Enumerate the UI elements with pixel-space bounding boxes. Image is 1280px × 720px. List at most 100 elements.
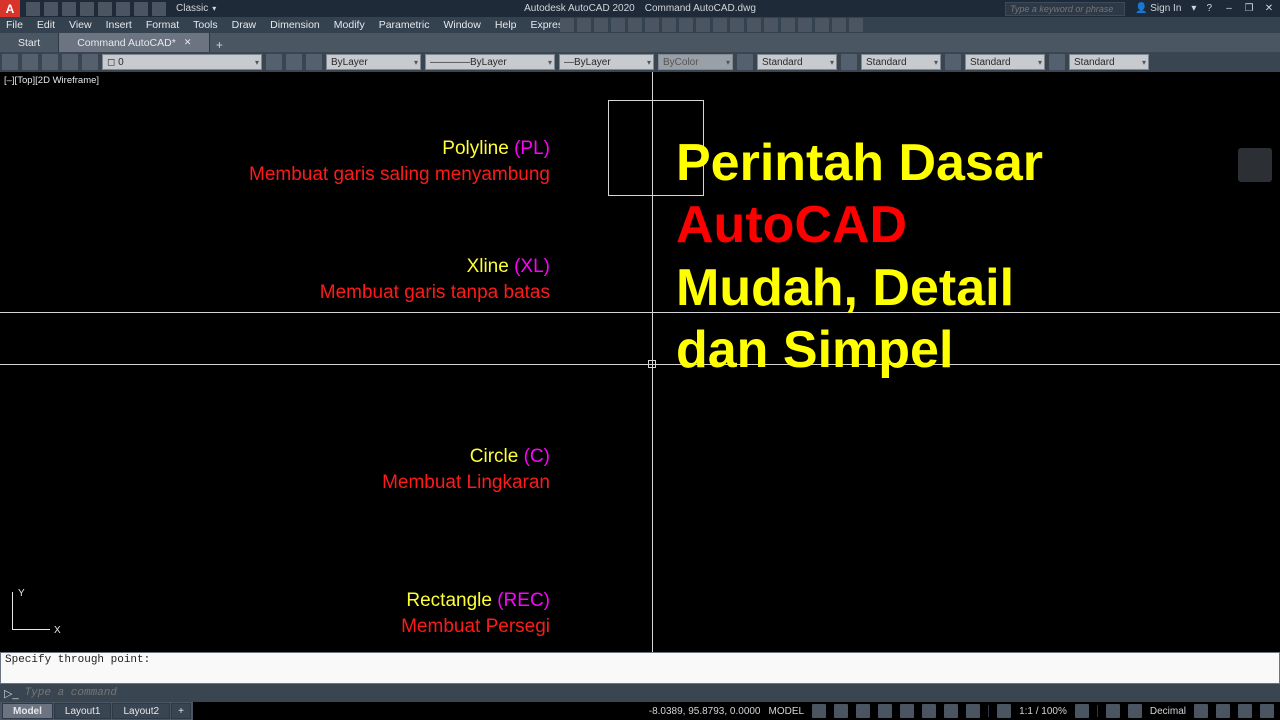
minimize-icon[interactable]: – xyxy=(1222,2,1236,16)
menu-format[interactable]: Format xyxy=(146,19,179,31)
sign-in-button[interactable]: 👤 Sign In xyxy=(1135,3,1181,14)
menu-edit[interactable]: Edit xyxy=(37,19,55,31)
linetype-dropdown[interactable]: ———— ByLayer xyxy=(425,54,555,70)
menu-draw[interactable]: Draw xyxy=(232,19,257,31)
layer-mgr-icon[interactable] xyxy=(2,54,18,70)
hardware-icon[interactable] xyxy=(1216,704,1230,718)
saveas-icon[interactable] xyxy=(80,2,94,16)
open-icon[interactable] xyxy=(44,2,58,16)
dimstyle-dropdown[interactable]: Standard xyxy=(861,54,941,70)
toolbar-icon[interactable] xyxy=(815,18,829,32)
tab-model[interactable]: Model xyxy=(2,703,53,719)
layer-state-icon[interactable] xyxy=(22,54,38,70)
ortho-icon[interactable] xyxy=(856,704,870,718)
layer-icon[interactable] xyxy=(62,54,78,70)
anno-monitor-icon[interactable] xyxy=(1128,704,1142,718)
viewport-label[interactable]: [–][Top][2D Wireframe] xyxy=(4,75,99,86)
menu-help[interactable]: Help xyxy=(495,19,517,31)
menu-view[interactable]: View xyxy=(69,19,92,31)
color-dropdown[interactable]: ByLayer xyxy=(326,54,421,70)
dim-icon[interactable] xyxy=(841,54,857,70)
lineweight-dropdown[interactable]: — ByLayer xyxy=(559,54,654,70)
toolbar-icon[interactable] xyxy=(679,18,693,32)
tablestyle-dropdown[interactable]: Standard xyxy=(965,54,1045,70)
layer-match-icon[interactable] xyxy=(286,54,302,70)
toolbar-icon[interactable] xyxy=(628,18,642,32)
menu-file[interactable]: File xyxy=(6,19,23,31)
grid-icon[interactable] xyxy=(812,704,826,718)
textstyle-dropdown[interactable]: Standard xyxy=(757,54,837,70)
lwt-icon[interactable] xyxy=(944,704,958,718)
toolbar-icon[interactable] xyxy=(662,18,676,32)
save-icon[interactable] xyxy=(62,2,76,16)
new-tab-button[interactable]: + xyxy=(210,38,228,52)
cleanscreen-icon[interactable] xyxy=(1238,704,1252,718)
status-units[interactable]: Decimal xyxy=(1150,706,1186,717)
mlstyle-dropdown[interactable]: Standard xyxy=(1069,54,1149,70)
color-icon[interactable] xyxy=(306,54,322,70)
gear-icon[interactable] xyxy=(1075,704,1089,718)
toolbar-icon[interactable] xyxy=(747,18,761,32)
status-space[interactable]: MODEL xyxy=(769,706,805,717)
tab-layout2[interactable]: Layout2 xyxy=(112,703,170,719)
close-icon[interactable]: ✕ xyxy=(1262,2,1276,16)
workspace-icon[interactable] xyxy=(152,2,166,16)
menu-dimension[interactable]: Dimension xyxy=(270,19,320,31)
mleader-icon[interactable] xyxy=(1049,54,1065,70)
menu-window[interactable]: Window xyxy=(443,19,480,31)
toolbar-icon[interactable] xyxy=(713,18,727,32)
status-coords[interactable]: -8.0389, 95.8793, 0.0000 xyxy=(649,706,761,717)
restore-icon[interactable]: ❐ xyxy=(1242,2,1256,16)
osnap-icon[interactable] xyxy=(900,704,914,718)
layer-dropdown[interactable]: ◻ 0 xyxy=(102,54,262,70)
customize-icon[interactable] xyxy=(1260,704,1274,718)
toolbar-icon[interactable] xyxy=(645,18,659,32)
toolbar-icon[interactable] xyxy=(798,18,812,32)
toolbar-icon[interactable] xyxy=(611,18,625,32)
status-scale[interactable]: 1:1 / 100% xyxy=(1019,706,1067,717)
redo-icon[interactable] xyxy=(134,2,148,16)
toolbar-icon[interactable] xyxy=(730,18,744,32)
isolate-icon[interactable] xyxy=(1194,704,1208,718)
plot-color-dropdown[interactable]: ByColor xyxy=(658,54,733,70)
add-layout-button[interactable]: + xyxy=(171,703,191,719)
app-logo[interactable]: A xyxy=(0,0,20,17)
text-icon[interactable] xyxy=(737,54,753,70)
menu-insert[interactable]: Insert xyxy=(106,19,132,31)
workspace-switch-icon[interactable] xyxy=(1106,704,1120,718)
otrack-icon[interactable] xyxy=(922,704,936,718)
search-input[interactable] xyxy=(1005,2,1125,16)
anno-scale-icon[interactable] xyxy=(997,704,1011,718)
toolbar-icon[interactable] xyxy=(577,18,591,32)
toolbar-icon[interactable] xyxy=(560,18,574,32)
command-input[interactable] xyxy=(25,687,1276,699)
toolbar-icon[interactable] xyxy=(832,18,846,32)
tab-active-file[interactable]: Command AutoCAD*✕ xyxy=(59,33,210,52)
transparency-icon[interactable] xyxy=(966,704,980,718)
snap-icon[interactable] xyxy=(834,704,848,718)
plot-icon[interactable] xyxy=(98,2,112,16)
layer-prev-icon[interactable] xyxy=(266,54,282,70)
menu-modify[interactable]: Modify xyxy=(334,19,365,31)
toolbar-icon[interactable] xyxy=(849,18,863,32)
menu-tools[interactable]: Tools xyxy=(193,19,218,31)
new-icon[interactable] xyxy=(26,2,40,16)
tab-start[interactable]: Start xyxy=(0,33,59,52)
viewcube[interactable] xyxy=(1238,148,1272,182)
polar-icon[interactable] xyxy=(878,704,892,718)
tab-layout1[interactable]: Layout1 xyxy=(54,703,112,719)
drawing-canvas[interactable]: Polyline (PL) Membuat garis saling menya… xyxy=(0,72,1280,652)
ucs-icon[interactable]: Y X xyxy=(12,592,62,642)
exchange-icon[interactable]: ▾ xyxy=(1191,3,1196,14)
menu-parametric[interactable]: Parametric xyxy=(379,19,430,31)
workspace-label[interactable]: Classic xyxy=(176,3,208,14)
undo-icon[interactable] xyxy=(116,2,130,16)
help-icon[interactable]: ? xyxy=(1206,3,1212,14)
toolbar-icon[interactable] xyxy=(764,18,778,32)
toolbar-icon[interactable] xyxy=(594,18,608,32)
toolbar-icon[interactable] xyxy=(781,18,795,32)
layer-icon[interactable] xyxy=(82,54,98,70)
layer-filter-icon[interactable] xyxy=(42,54,58,70)
close-tab-icon[interactable]: ✕ xyxy=(184,37,192,48)
table-icon[interactable] xyxy=(945,54,961,70)
